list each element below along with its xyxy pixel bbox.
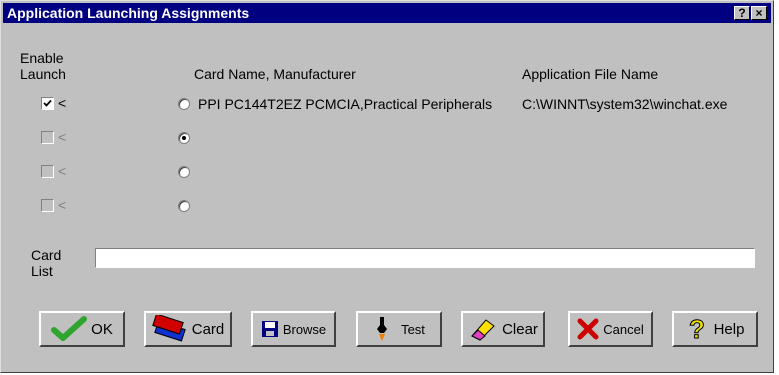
card-name-1: PPI PC144T2EZ PCMCIA,Practical Periphera… — [198, 96, 493, 112]
floppy-disk-icon — [261, 320, 279, 338]
card-radio-4[interactable] — [178, 200, 190, 212]
card-button-label: Card — [191, 320, 225, 338]
launch-arrow-4: < — [58, 197, 67, 213]
clear-button-label: Clear — [502, 320, 538, 338]
card-button[interactable]: Card — [144, 311, 232, 347]
cancel-button[interactable]: Cancel — [568, 311, 653, 347]
launch-arrow-2: < — [58, 129, 67, 145]
clear-button[interactable]: Clear — [461, 311, 545, 347]
question-mark-icon: ? — [686, 315, 710, 343]
dialog-window: Application Launching Assignments ? × En… — [0, 0, 774, 373]
test-button-label: Test — [401, 321, 425, 337]
enable-launch-checkbox-1[interactable] — [41, 97, 54, 110]
checkmark-icon — [43, 99, 52, 107]
ok-button-label: OK — [91, 320, 113, 338]
enable-launch-header-line2: Launch — [20, 66, 66, 82]
enable-launch-checkbox-2[interactable] — [41, 131, 54, 144]
card-radio-2[interactable] — [178, 132, 190, 144]
card-radio-1[interactable] — [178, 98, 190, 110]
launch-arrow-3: < — [58, 163, 67, 179]
launch-arrow-1: < — [58, 95, 67, 111]
enable-launch-header-line1: Enable — [20, 50, 64, 66]
app-file-1: C:\WINNT\system32\winchat.exe — [522, 96, 728, 112]
help-button-label: Help — [713, 320, 745, 338]
ok-button[interactable]: OK — [39, 311, 125, 347]
cards-icon — [151, 315, 188, 343]
eraser-icon — [468, 316, 498, 342]
enable-launch-checkbox-3[interactable] — [41, 165, 54, 178]
check-icon — [51, 316, 88, 342]
window-title: Application Launching Assignments — [7, 5, 250, 21]
card-list-label-line1: Card — [31, 247, 62, 263]
enable-launch-checkbox-4[interactable] — [41, 199, 54, 212]
rocket-icon — [373, 315, 391, 343]
card-list-field[interactable] — [95, 248, 755, 268]
browse-button[interactable]: Browse — [251, 311, 336, 347]
card-list-label-line2: List — [31, 263, 53, 279]
test-button[interactable]: Test — [356, 311, 442, 347]
help-button[interactable]: ? Help — [672, 311, 758, 347]
card-name-header: Card Name, Manufacturer — [194, 66, 356, 82]
title-bar[interactable]: Application Launching Assignments ? × — [3, 3, 771, 23]
cancel-button-label: Cancel — [603, 321, 644, 337]
help-title-button[interactable]: ? — [734, 6, 750, 20]
app-file-header: Application File Name — [522, 66, 659, 82]
svg-text:?: ? — [689, 315, 705, 343]
close-title-button[interactable]: × — [751, 6, 767, 20]
red-x-icon — [577, 318, 599, 340]
card-radio-3[interactable] — [178, 166, 190, 178]
browse-button-label: Browse — [282, 321, 327, 337]
